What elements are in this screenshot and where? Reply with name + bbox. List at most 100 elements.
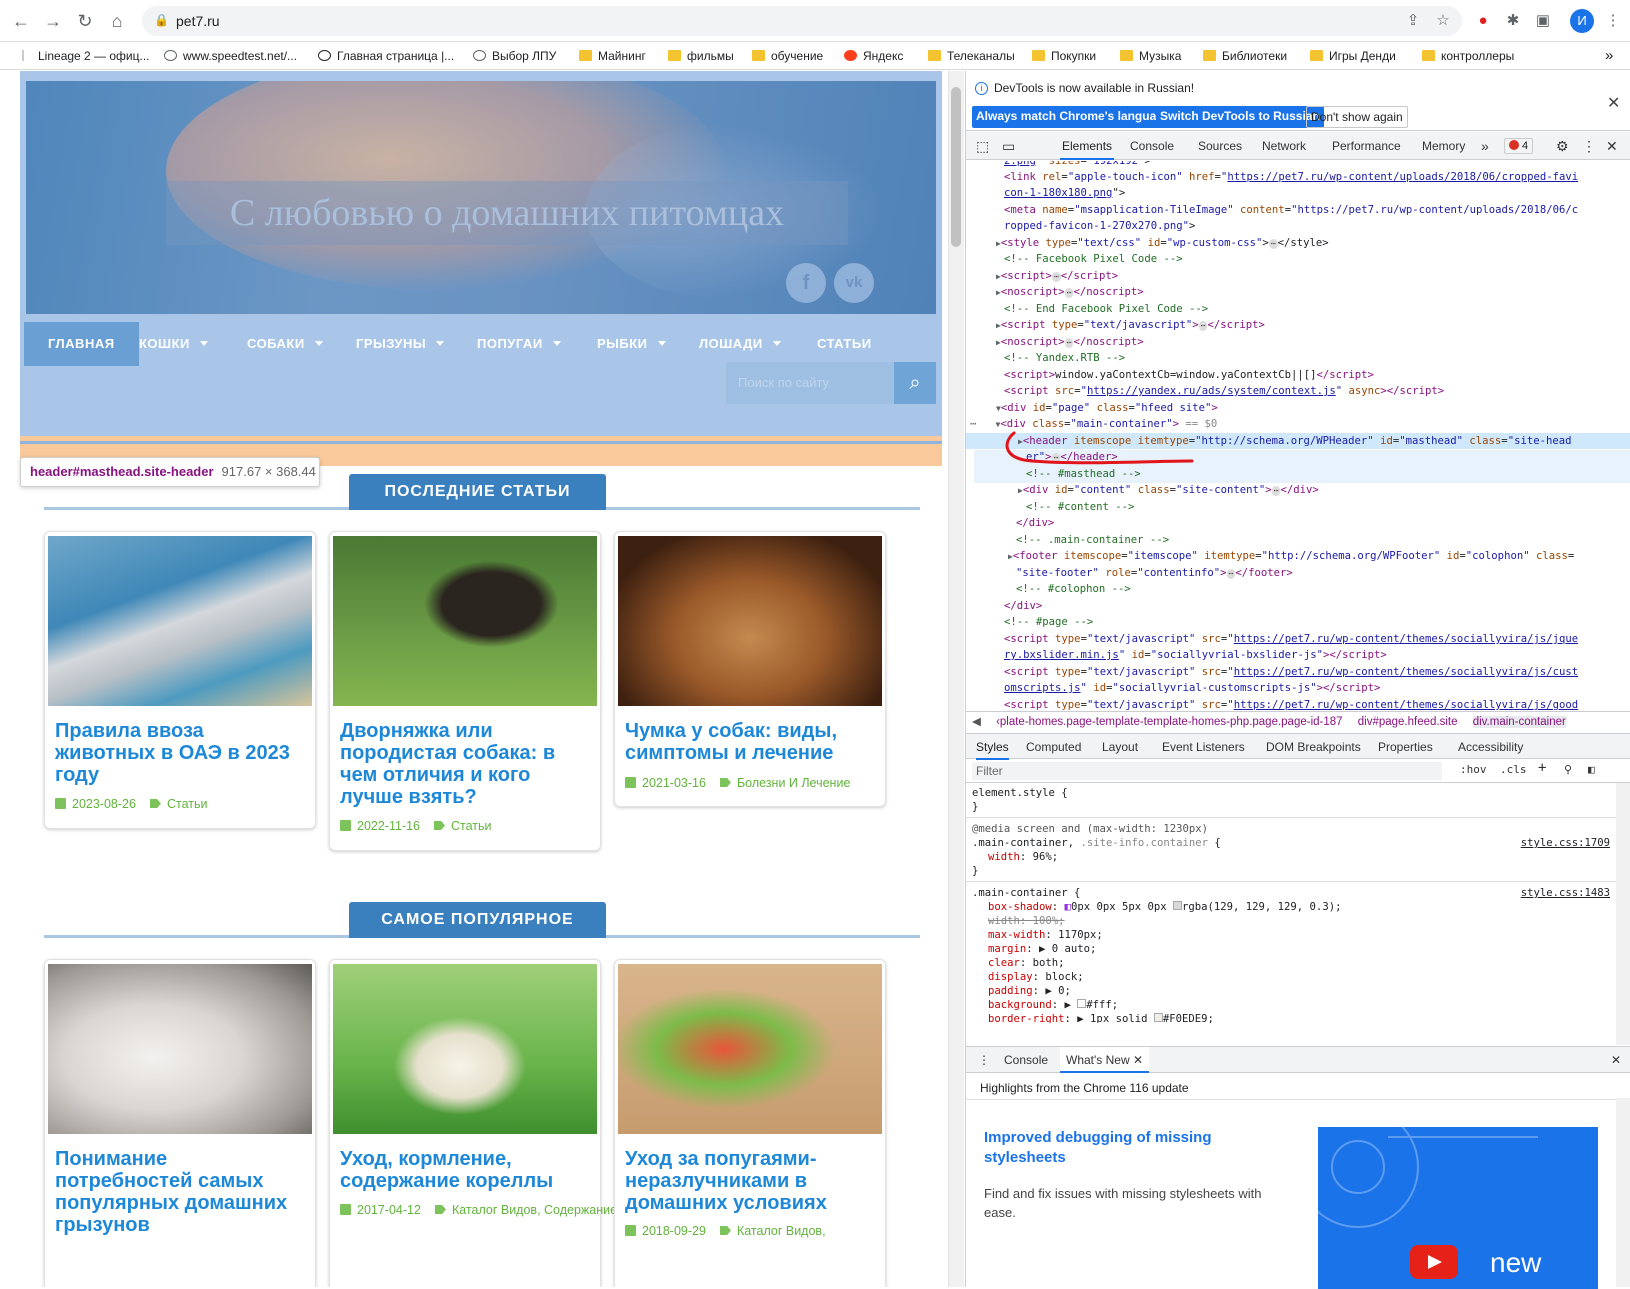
tab-network[interactable]: Network (1262, 132, 1306, 160)
bookmark-0[interactable]: Lineage 2 — офиц... (22, 47, 150, 65)
match-language-button[interactable]: Always match Chrome's language (972, 106, 1175, 128)
drawer-tab-console[interactable]: Console (1004, 1047, 1048, 1073)
error-badge[interactable]: 4 (1504, 138, 1534, 154)
crumb-page[interactable]: div#page.hfeed.site (1358, 716, 1458, 728)
dom-line[interactable]: ▶<script type="text/javascript"> ⋯ </scrip… (996, 317, 1265, 335)
style-prop[interactable]: width: 96%; (988, 851, 1058, 865)
dom-line[interactable]: <!-- #content --> (1026, 499, 1134, 516)
style-prop[interactable]: border-right: ▶ 1px solid #F0EDE9; (988, 1013, 1214, 1023)
style-prop[interactable]: box-shadow: ◧0px 0px 5px 0px rgba(129, 1… (988, 901, 1341, 915)
share-icon[interactable]: ⇪ (1400, 8, 1426, 34)
bookmark-9[interactable]: Покупки (1032, 47, 1096, 65)
youtube-play-icon[interactable] (1410, 1245, 1458, 1279)
dom-line[interactable]: ▶<noscript> ⋯ </noscript> (996, 284, 1144, 302)
kebab-menu-icon[interactable]: ⋮ (1582, 132, 1596, 160)
bookmark-10[interactable]: Музыка (1120, 47, 1181, 65)
crumb-left-arrow-icon[interactable]: ◀ (972, 716, 981, 728)
bookmarks-overflow-icon[interactable]: » (1605, 47, 1613, 65)
opera-extension-icon[interactable]: ● (1470, 8, 1496, 34)
bookmark-2[interactable]: Главная страница |... (318, 47, 454, 65)
settings-icon[interactable]: ⚙ (1556, 132, 1569, 160)
back-icon[interactable]: ← (8, 8, 34, 34)
tab-layout[interactable]: Layout (1102, 734, 1138, 760)
more-tabs-icon[interactable]: » (1481, 132, 1489, 160)
dom-line[interactable]: ▶<script> ⋯ </script> (996, 268, 1118, 286)
forward-icon[interactable]: → (40, 8, 66, 34)
article-title[interactable]: Уход, кормление, содержание кореллы (340, 1148, 590, 1192)
dom-line[interactable]: <meta name="msapplication-TileImage" con… (1004, 202, 1578, 219)
dom-line[interactable]: </div> (1016, 515, 1054, 532)
chinchilla-image[interactable] (48, 964, 312, 1134)
crumb-body[interactable]: ‹plate-homes.page-template-template-home… (996, 716, 1342, 728)
category-link[interactable]: Статьи (451, 819, 492, 833)
device-toolbar-icon[interactable]: ▭ (1002, 132, 1015, 160)
drawer-tab-whats-new[interactable]: What's New ✕ (1060, 1047, 1150, 1073)
bookmark-6[interactable]: обучение (752, 47, 823, 65)
tab-styles[interactable]: Styles (976, 734, 1009, 760)
dom-line[interactable]: <!-- End Facebook Pixel Code --> (1004, 301, 1208, 318)
whats-new-video-thumbnail[interactable]: new (1318, 1127, 1598, 1289)
dom-line[interactable]: "site-footer" role="contentinfo"> ⋯ </foot… (1016, 565, 1293, 582)
bookmark-4[interactable]: Майнинг (579, 47, 646, 65)
tab-accessibility[interactable]: Accessibility (1458, 734, 1523, 760)
beagle-image[interactable] (618, 536, 882, 706)
add-rule-icon[interactable]: + (1538, 760, 1546, 776)
style-prop[interactable]: display: block; (988, 971, 1084, 985)
page-scrollbar[interactable] (948, 71, 964, 1287)
url-text[interactable]: pet7.ru (176, 13, 220, 29)
sidebar-toggle-icon[interactable]: ◧ (1588, 763, 1595, 776)
filter-input[interactable]: Filter (972, 762, 1442, 780)
bookmark-13[interactable]: контроллеры (1422, 47, 1514, 65)
article-card[interactable]: Чумка у собак: виды, симптомы и лечение … (614, 531, 886, 807)
category-link[interactable]: Статьи (167, 797, 208, 811)
article-title[interactable]: Понимание потребностей самых популярных … (55, 1148, 305, 1236)
style-selector[interactable]: .main-container { (972, 887, 1080, 901)
dom-line[interactable]: <script type="text/javascript" src="http… (1004, 631, 1578, 648)
paint-icon[interactable]: ⚲ (1564, 763, 1572, 776)
dom-line[interactable]: <!-- Facebook Pixel Code --> (1004, 251, 1183, 268)
style-source-link[interactable]: style.css:1709 (1521, 837, 1610, 851)
dubai-image[interactable] (48, 536, 312, 706)
bookmark-3[interactable]: Выбор ЛПУ (473, 47, 556, 65)
article-title[interactable]: Чумка у собак: виды, симптомы и лечение (625, 720, 875, 764)
bookmark-11[interactable]: Библиотеки (1203, 47, 1287, 65)
cockatiel-image[interactable] (333, 964, 597, 1134)
tab-computed[interactable]: Computed (1026, 734, 1081, 760)
dom-line[interactable]: </div> (1004, 598, 1042, 615)
dom-line[interactable]: ▶<noscript> ⋯ </noscript> (996, 334, 1144, 352)
tab-memory[interactable]: Memory (1422, 132, 1465, 160)
cls-toggle[interactable]: .cls (1500, 763, 1527, 776)
dom-line[interactable]: ry.bxslider.min.js" id="sociallyvrial-bx… (1004, 647, 1387, 664)
close-devtools-icon[interactable]: ✕ (1606, 132, 1618, 160)
style-prop[interactable]: padding: ▶ 0; (988, 985, 1071, 999)
article-card[interactable]: Понимание потребностей самых популярных … (44, 959, 316, 1287)
bookmark-1[interactable]: www.speedtest.net/... (164, 47, 297, 65)
tab-sources[interactable]: Sources (1198, 132, 1242, 160)
dog-image[interactable] (333, 536, 597, 706)
style-source-link[interactable]: style.css:1483 (1521, 887, 1610, 901)
sidepanel-icon[interactable]: ▣ (1530, 8, 1556, 34)
style-prop[interactable]: margin: ▶ 0 auto; (988, 943, 1096, 957)
dom-tree[interactable]: 2.png" sizes="192x192"> <link rel="apple… (966, 161, 1630, 801)
dom-line[interactable]: con-1-180x180.png"> (1004, 185, 1125, 202)
dom-line[interactable]: <!-- Yandex.RTB --> (1004, 350, 1125, 367)
style-prop[interactable]: clear: both; (988, 957, 1065, 971)
style-rule[interactable]: element.style { (972, 787, 1068, 801)
tab-console[interactable]: Console (1130, 132, 1174, 160)
dom-line[interactable]: <script>window.yaContextCb=window.yaCont… (1004, 367, 1374, 384)
star-icon[interactable]: ☆ (1430, 8, 1456, 34)
switch-russian-button[interactable]: Switch DevTools to Russian (1156, 106, 1324, 128)
dom-line[interactable]: <!-- #page --> (1004, 614, 1093, 631)
dom-line[interactable]: ▶<footer itemscope="itemscope" itemtype=… (1008, 548, 1574, 566)
dom-line[interactable]: ▶<div id="content" class="site-content">… (1018, 482, 1319, 500)
close-icon[interactable]: ✕ (1607, 93, 1620, 113)
article-card[interactable]: Дворняжка или породистая собака: в чем о… (329, 531, 601, 851)
style-prop[interactable]: background: ▶ #fff; (988, 999, 1118, 1013)
address-bar[interactable]: 🔒 pet7.ru (142, 6, 1462, 36)
style-prop[interactable]: max-width: 1170px; (988, 929, 1103, 943)
extensions-icon[interactable]: ✱ (1500, 8, 1526, 34)
bookmark-7[interactable]: Яндекс (844, 47, 903, 65)
article-card[interactable]: Уход, кормление, содержание кореллы 2017… (329, 959, 660, 1287)
lovebirds-image[interactable] (618, 964, 882, 1134)
bookmark-12[interactable]: Игры Денди (1310, 47, 1396, 65)
